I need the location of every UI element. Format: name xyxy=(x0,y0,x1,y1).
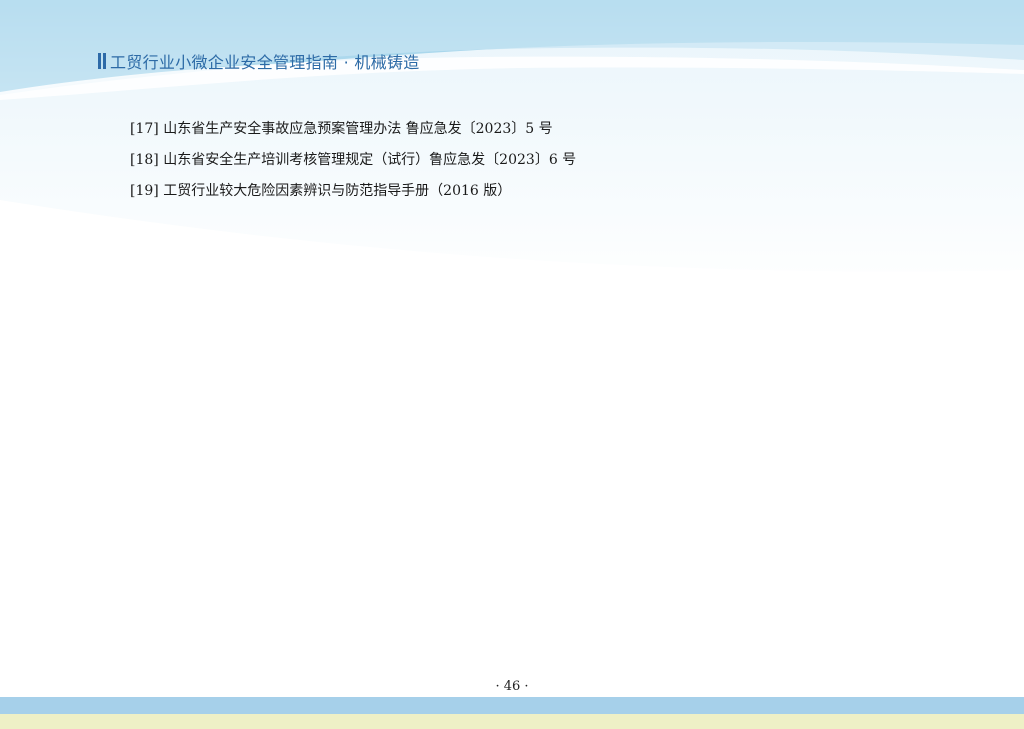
reference-item: [19] 工贸行业较大危险因素辨识与防范指导手册（2016 版） xyxy=(130,183,512,199)
reference-list: [17] 山东省生产安全事故应急预案管理办法 鲁应急发〔2023〕5 号 [18… xyxy=(130,114,576,207)
running-header: 工贸行业小微企业安全管理指南 · 机械铸造 xyxy=(98,49,420,73)
header-title: 工贸行业小微企业安全管理指南 · 机械铸造 xyxy=(110,53,420,72)
footer-yellow-band xyxy=(0,714,1024,729)
footer-blue-band xyxy=(0,697,1024,714)
page-number: · 46 · xyxy=(495,679,529,694)
header-bar-icon xyxy=(98,53,106,69)
reference-item: [18] 山东省安全生产培训考核管理规定（试行）鲁应急发〔2023〕6 号 xyxy=(130,152,577,168)
reference-item: [17] 山东省生产安全事故应急预案管理办法 鲁应急发〔2023〕5 号 xyxy=(130,121,553,137)
